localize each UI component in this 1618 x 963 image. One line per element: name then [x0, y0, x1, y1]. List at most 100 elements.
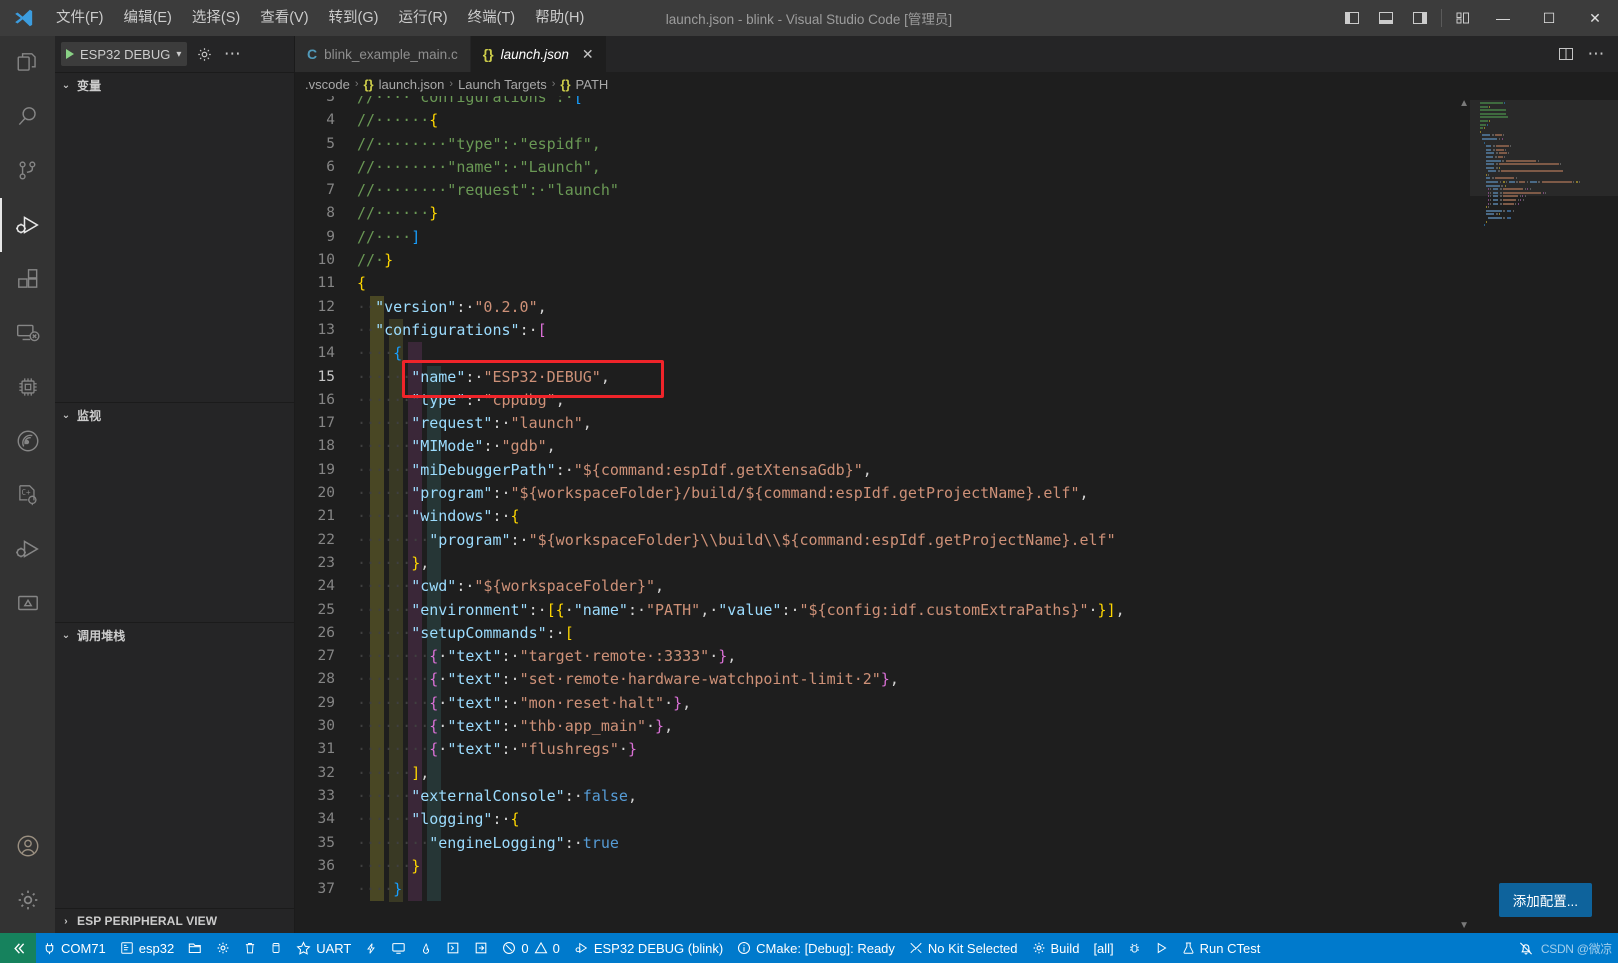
breadcrumb-symbol-path[interactable]: PATH — [576, 77, 609, 92]
status-full-clean[interactable] — [237, 933, 263, 963]
status-open-folder[interactable] — [181, 933, 209, 963]
code-line[interactable]: 12 ··"version":·"0.2.0", — [295, 296, 1470, 319]
code-line[interactable]: 35 ········"engineLogging":·true — [295, 832, 1470, 855]
code-line[interactable]: 8 //······} — [295, 202, 1470, 225]
code-line[interactable]: 24 ······"cwd":·"${workspaceFolder}", — [295, 575, 1470, 598]
status-problems[interactable]: 0 0 — [495, 933, 566, 963]
status-run-ctest[interactable]: Run CTest — [1175, 933, 1268, 963]
esp-idf-chip-icon[interactable] — [0, 360, 55, 414]
embedded-debug-icon[interactable] — [0, 522, 55, 576]
status-build-flash-monitor[interactable] — [358, 933, 384, 963]
remote-indicator-icon[interactable] — [0, 933, 36, 963]
callstack-section-header[interactable]: ⌄ 调用堆栈 — [55, 623, 294, 647]
code-line[interactable]: 17 ······"request":·"launch", — [295, 412, 1470, 435]
status-build[interactable]: Build — [1025, 933, 1087, 963]
code-line[interactable]: 20 ······"program":·"${workspaceFolder}/b… — [295, 482, 1470, 505]
code-line[interactable]: 31 ········{·"text":·"flushregs"·} — [295, 738, 1470, 761]
editor-vertical-scrollbar[interactable]: ▲ ▼ — [1456, 96, 1470, 933]
code-line[interactable]: 7 //········"request":·"launch" — [295, 179, 1470, 202]
debug-configuration-select[interactable]: ESP32 DEBUG ▾ — [61, 42, 188, 66]
menu-file[interactable]: 文件(F) — [46, 0, 114, 36]
code-line[interactable]: 16 ······"type":·"cppdbg", — [295, 389, 1470, 412]
menu-go[interactable]: 转到(G) — [319, 0, 389, 36]
code-line[interactable]: 27 ········{·"text":·"target·remote·:3333… — [295, 645, 1470, 668]
account-icon[interactable] — [0, 819, 55, 873]
status-uart-flash[interactable]: UART — [289, 933, 358, 963]
esp-peripheral-view-header[interactable]: › ESP PERIPHERAL VIEW — [55, 909, 294, 933]
variables-section-header[interactable]: ⌄ 变量 — [55, 73, 294, 97]
menu-run[interactable]: 运行(R) — [388, 0, 457, 36]
source-control-icon[interactable] — [0, 144, 55, 198]
code-line[interactable]: 34 ······"logging":·{ — [295, 808, 1470, 831]
code-line[interactable]: 6 //········"name":·"Launch", — [295, 156, 1470, 179]
code-line[interactable]: 33 ······"externalConsole":·false, — [295, 785, 1470, 808]
code-line[interactable]: 29 ········{·"text":·"mon·reset·halt"·}, — [295, 692, 1470, 715]
code-line[interactable]: 10 //·} — [295, 249, 1470, 272]
status-kit-select[interactable]: No Kit Selected — [902, 933, 1025, 963]
explorer-files-icon[interactable] — [0, 36, 55, 90]
window-minimize-button[interactable]: — — [1480, 0, 1526, 36]
menu-selection[interactable]: 选择(S) — [182, 0, 250, 36]
tab-launch-json[interactable]: {} launch.json ✕ — [470, 36, 607, 72]
debug-views-more-icon[interactable]: ⋯ — [221, 43, 243, 65]
menu-edit[interactable]: 编辑(E) — [114, 0, 182, 36]
add-configuration-button[interactable]: 添加配置... — [1498, 883, 1592, 917]
status-cmake[interactable]: CMake: [Debug]: Ready — [730, 933, 902, 963]
status-device-target[interactable]: esp32 — [113, 933, 181, 963]
code-line[interactable]: 5 //········"type":·"espidf", — [295, 133, 1470, 156]
remote-explorer-icon[interactable] — [0, 306, 55, 360]
toggle-secondary-sidebar-icon[interactable] — [1403, 0, 1437, 36]
code-line[interactable]: 18 ······"MIMode":·"gdb", — [295, 435, 1470, 458]
window-close-button[interactable]: ✕ — [1572, 0, 1618, 36]
breadcrumb-file[interactable]: launch.json — [379, 77, 445, 92]
code-line[interactable]: 9 //····] — [295, 226, 1470, 249]
status-monitor-device[interactable] — [384, 933, 413, 963]
code-line[interactable]: 11 { — [295, 272, 1470, 295]
code-line[interactable]: 36 ······} — [295, 855, 1470, 878]
test-explorer-icon[interactable] — [0, 576, 55, 630]
scroll-up-icon[interactable]: ▲ — [1459, 98, 1469, 109]
code-line[interactable]: 30 ········{·"text":·"thb·app_main"·}, — [295, 715, 1470, 738]
code-line[interactable]: 23 ······}, — [295, 552, 1470, 575]
platformio-wifi-icon[interactable] — [0, 414, 55, 468]
status-terminal-box[interactable] — [439, 933, 467, 963]
code-line[interactable]: 14 ····{ — [295, 342, 1470, 365]
status-build-target[interactable]: [all] — [1086, 933, 1120, 963]
toggle-panel-icon[interactable] — [1369, 0, 1403, 36]
cmake-tools-icon[interactable]: C+ — [0, 468, 55, 522]
status-flame[interactable] — [413, 933, 439, 963]
status-debug-target[interactable]: ESP32 DEBUG (blink) — [567, 933, 730, 963]
tab-blink-example-main-c[interactable]: C blink_example_main.c — [295, 36, 471, 72]
menu-terminal[interactable]: 终端(T) — [458, 0, 526, 36]
start-debugging-icon[interactable] — [66, 49, 74, 59]
status-serial-port[interactable]: COM71 — [36, 933, 113, 963]
toggle-primary-sidebar-icon[interactable] — [1335, 0, 1369, 36]
menu-view[interactable]: 查看(V) — [250, 0, 318, 36]
status-open-window[interactable] — [467, 933, 495, 963]
close-icon[interactable]: ✕ — [582, 46, 594, 63]
editor-more-actions-icon[interactable]: ⋯ — [1582, 40, 1610, 68]
status-erase-flash[interactable] — [263, 933, 289, 963]
code-line[interactable]: 28 ········{·"text":·"set·remote·hardware… — [295, 668, 1470, 691]
status-debug-bug[interactable] — [1121, 933, 1148, 963]
code-line[interactable]: 4 //······{ — [295, 109, 1470, 132]
status-sdk-config[interactable] — [209, 933, 237, 963]
code-line[interactable]: 22 ········"program":·"${workspaceFolder}… — [295, 529, 1470, 552]
watch-section-header[interactable]: ⌄ 监视 — [55, 403, 294, 427]
run-and-debug-icon[interactable] — [0, 198, 55, 252]
code-line[interactable]: 13 ··"configurations":·[ — [295, 319, 1470, 342]
breadcrumb-symbol-launch-targets[interactable]: Launch Targets — [458, 77, 547, 92]
code-line[interactable]: 15 ······"name":·"ESP32·DEBUG", — [295, 366, 1470, 389]
code-line[interactable]: 21 ······"windows":·{ — [295, 505, 1470, 528]
search-icon[interactable] — [0, 90, 55, 144]
code-line[interactable]: 19 ······"miDebuggerPath":·"${command:esp… — [295, 459, 1470, 482]
code-line[interactable]: 25 ······"environment":·[{·"name":·"PATH"… — [295, 599, 1470, 622]
code-line[interactable]: 3 //····"configurations":·[ — [295, 96, 1470, 109]
manage-gear-icon[interactable] — [0, 873, 55, 927]
code-line[interactable]: 37 ····} — [295, 878, 1470, 901]
code-viewport[interactable]: 3 //····"configurations":·[4 //······{5 //·… — [295, 96, 1470, 933]
scroll-down-icon[interactable]: ▼ — [1459, 920, 1469, 931]
open-launch-json-gear-icon[interactable] — [193, 43, 215, 65]
menu-help[interactable]: 帮助(H) — [525, 0, 594, 36]
notifications-bell-slash-icon[interactable] — [1511, 933, 1541, 963]
